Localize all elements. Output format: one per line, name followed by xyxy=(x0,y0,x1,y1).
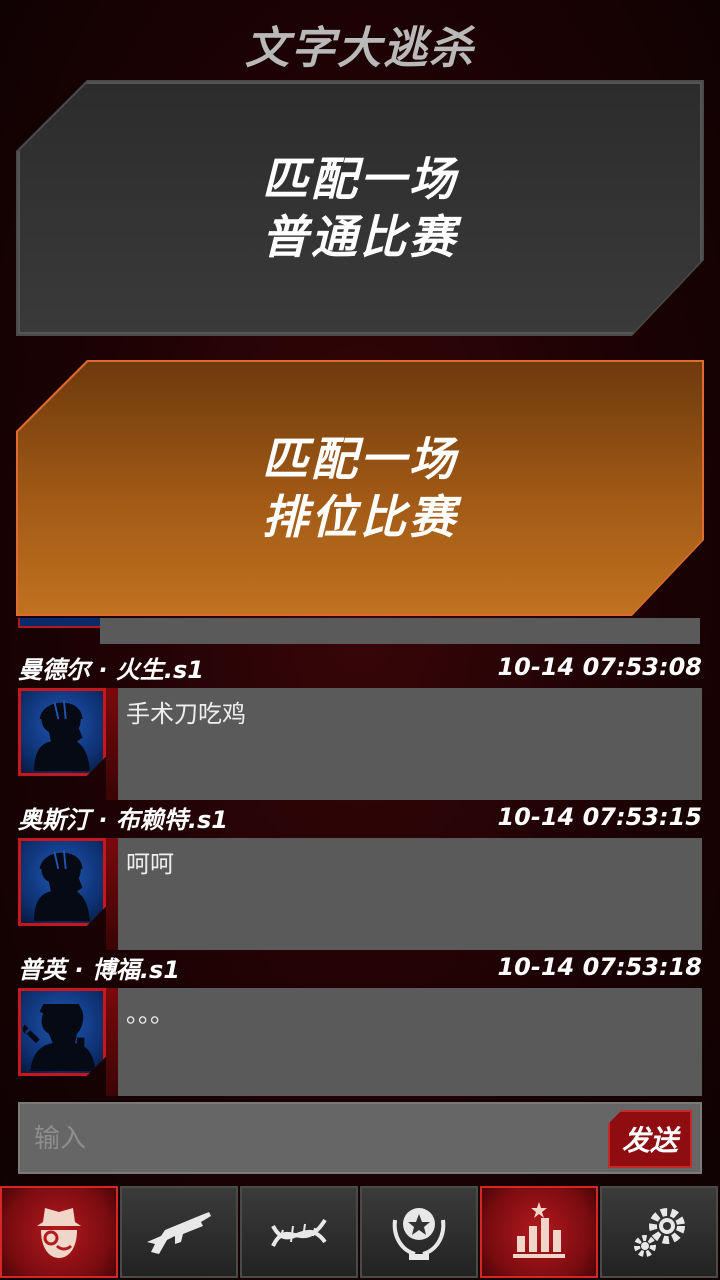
stub-avatar xyxy=(18,618,102,628)
match-normal-line2: 普通比赛 xyxy=(262,210,458,264)
app-title: 文字大逃杀 xyxy=(245,23,475,74)
hardhat-worker-icon[interactable] xyxy=(18,838,106,926)
spy-detective-icon xyxy=(37,1208,81,1258)
dna-icon xyxy=(271,1218,327,1247)
chat-timestamp: 10-14 07:53:18 xyxy=(497,953,702,981)
hardhat-worker-icon[interactable] xyxy=(18,688,106,776)
chat-message-text: 。。。 xyxy=(106,988,702,1096)
chat-input-bar: 发送 xyxy=(18,1102,702,1174)
bottom-nav xyxy=(0,1186,720,1280)
chat-message: 普英 · 博福.s1 10-14 07:53:18 。。。 xyxy=(18,950,702,1096)
nav-tab-leaderboard[interactable] xyxy=(480,1186,598,1278)
chat-timestamp: 10-14 07:53:08 xyxy=(497,653,702,681)
chat-message: 奥斯汀 · 布赖特.s1 10-14 07:53:15 呵呵 xyxy=(18,800,702,950)
nav-tab-settings[interactable] xyxy=(600,1186,718,1278)
leaderboard-icon xyxy=(513,1202,565,1258)
chat-message-text: 呵呵 xyxy=(106,838,702,950)
chat-timestamp: 10-14 07:53:15 xyxy=(497,803,702,831)
chat-list[interactable]: 曼德尔 · 火生.s1 10-14 07:53:08 手术刀吃鸡 奥斯汀 · 布… xyxy=(18,618,702,1096)
nav-tab-achievements[interactable] xyxy=(360,1186,478,1278)
nav-tab-profile[interactable] xyxy=(0,1186,118,1278)
chat-sender-name: 曼德尔 · 火生.s1 xyxy=(18,655,204,684)
settings-gears-icon xyxy=(634,1208,685,1257)
chat-message: 曼德尔 · 火生.s1 10-14 07:53:08 手术刀吃鸡 xyxy=(18,650,702,800)
match-ranked-button[interactable]: 匹配一场 排位比赛 xyxy=(18,362,702,614)
mechanic-wrench-icon[interactable] xyxy=(18,988,106,1076)
nav-tab-genes[interactable] xyxy=(240,1186,358,1278)
trophy-laurel-icon xyxy=(392,1208,446,1260)
chat-sender-name: 奥斯汀 · 布赖特.s1 xyxy=(18,805,228,834)
match-normal-button[interactable]: 匹配一场 普通比赛 xyxy=(18,82,702,334)
chat-input[interactable] xyxy=(20,1104,616,1174)
chat-sender-name: 普英 · 博福.s1 xyxy=(18,955,180,984)
chat-message-meta: 曼德尔 · 火生.s1 10-14 07:53:08 xyxy=(18,650,702,684)
match-normal-line1: 匹配一场 xyxy=(262,152,458,206)
rifle-icon xyxy=(147,1212,211,1254)
chat-message-meta: 奥斯汀 · 布赖特.s1 10-14 07:53:15 xyxy=(18,800,702,834)
chat-message-text: 手术刀吃鸡 xyxy=(106,688,702,800)
chat-message-meta: 普英 · 博福.s1 10-14 07:53:18 xyxy=(18,950,702,984)
nav-tab-weapons[interactable] xyxy=(120,1186,238,1278)
stub-bubble xyxy=(100,618,700,644)
send-button[interactable]: 发送 xyxy=(608,1110,692,1168)
match-ranked-line1: 匹配一场 xyxy=(262,432,458,486)
match-ranked-line2: 排位比赛 xyxy=(262,490,458,544)
chat-previous-message-stub xyxy=(18,618,702,646)
